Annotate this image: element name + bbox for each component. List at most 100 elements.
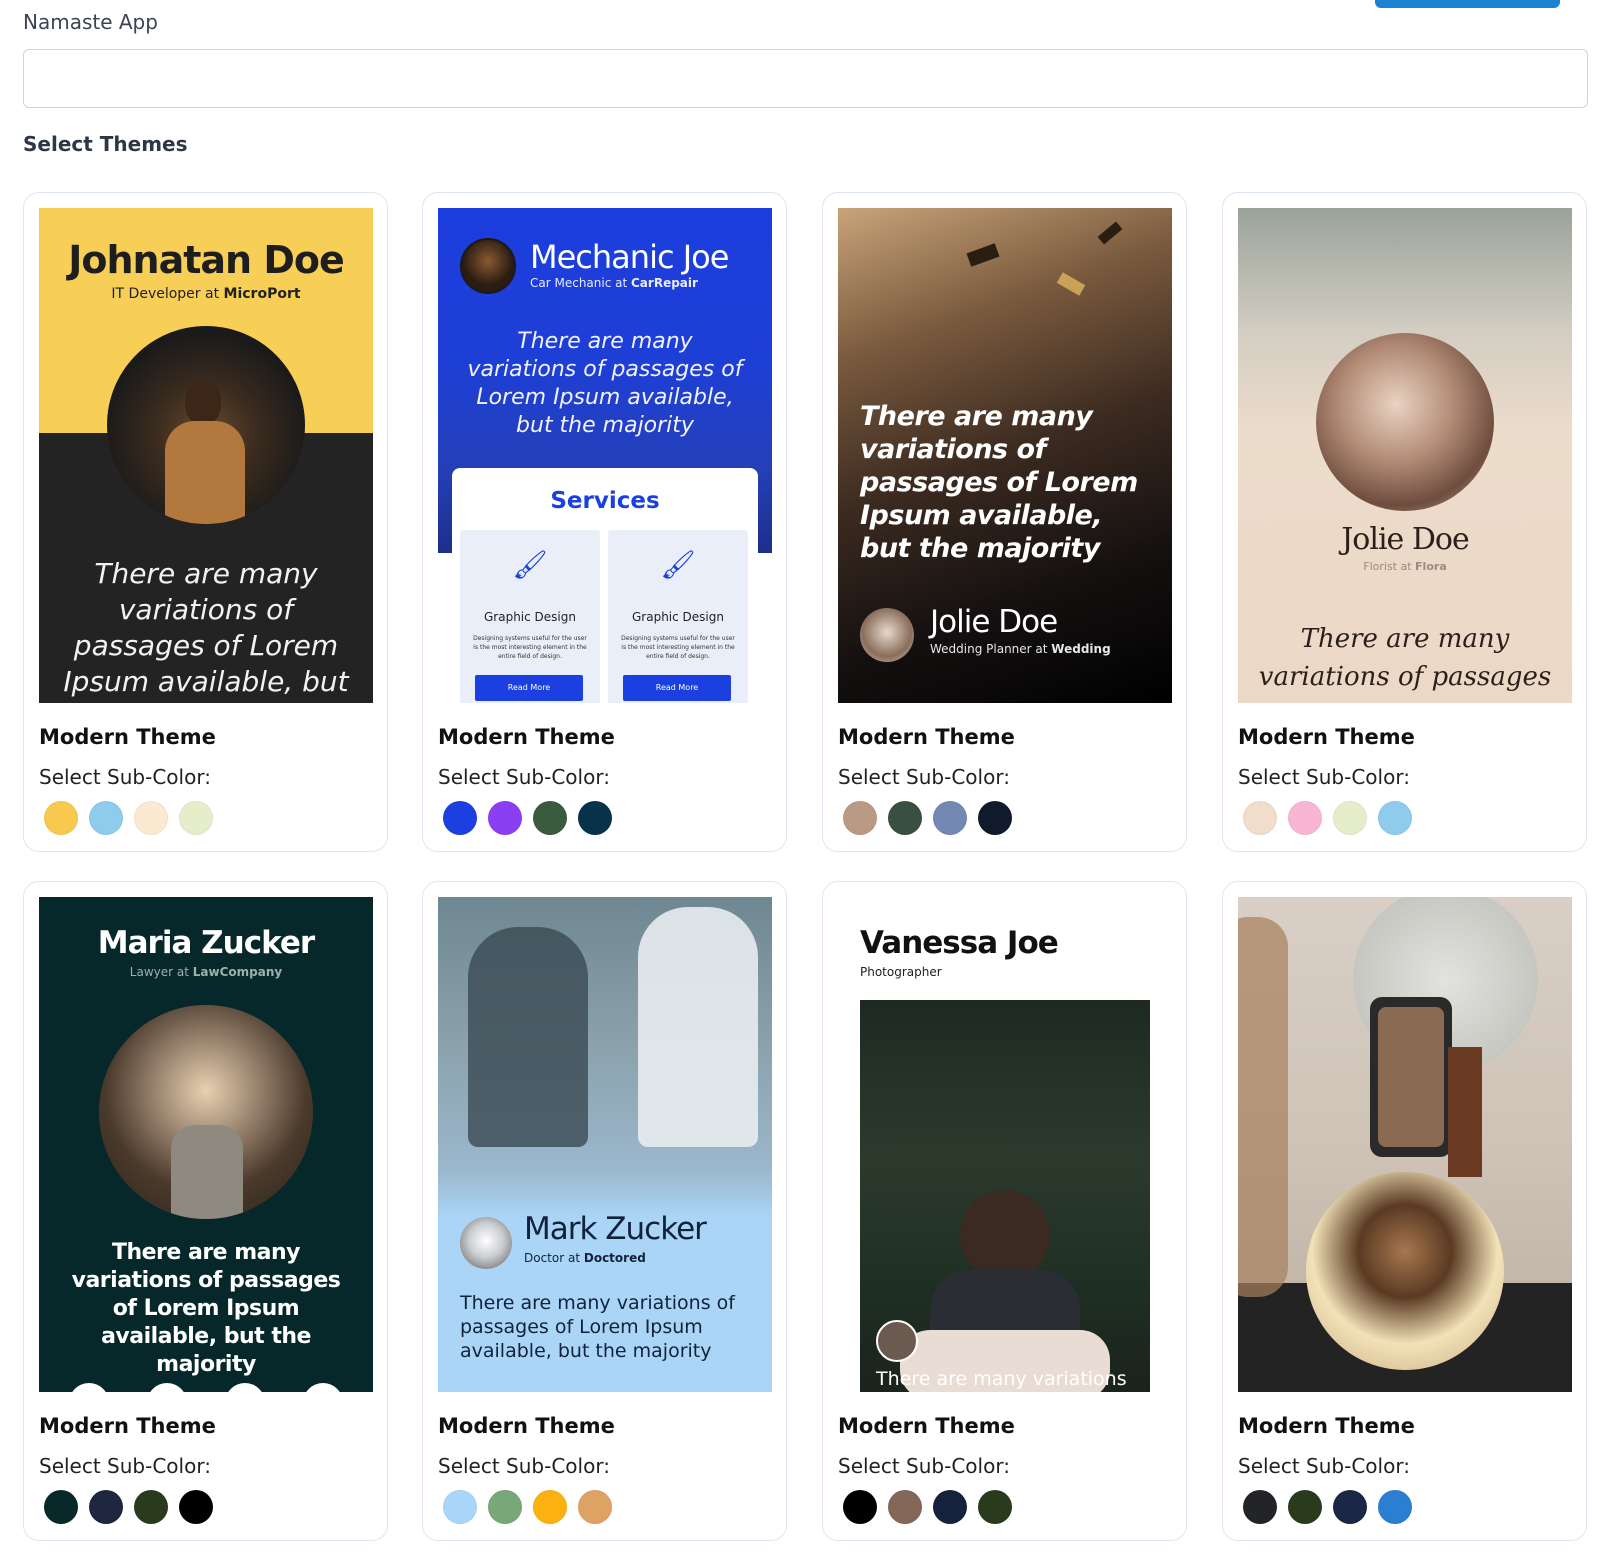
sub-color-swatch[interactable] [488, 1490, 522, 1524]
sub-color-swatch[interactable] [1333, 801, 1367, 835]
read-more-button[interactable]: Read More [623, 675, 731, 701]
sub-color-swatch[interactable] [1333, 1490, 1367, 1524]
preview-name: Johnatan Doe [68, 238, 345, 282]
sub-color-swatch[interactable] [89, 801, 123, 835]
sub-color-swatch[interactable] [933, 1490, 967, 1524]
preview-role: Photographer [860, 965, 942, 979]
sub-color-label: Select Sub-Color: [39, 1454, 211, 1478]
preview-name: Jolie Doe [930, 604, 1058, 640]
sub-color-swatch[interactable] [933, 801, 967, 835]
sub-color-swatch[interactable] [44, 1490, 78, 1524]
preview-role: Wedding Planner at Wedding [930, 642, 1111, 656]
service-card: 🖌 Graphic Design Designing systems usefu… [460, 530, 600, 703]
person-photo [107, 326, 305, 524]
preview-quote: There are many variations of passages of… [63, 557, 349, 703]
preview-name: Vanessa Joe [860, 925, 1059, 961]
sub-color-swatch[interactable] [533, 801, 567, 835]
theme-preview[interactable]: Johnatan Doe IT Developer at MicroPort T… [39, 208, 373, 703]
theme-card[interactable]: Johnatan Doe IT Developer at MicroPort T… [23, 192, 388, 852]
theme-preview[interactable]: Mark Zucker Doctor at Doctored There are… [438, 897, 772, 1392]
theme-card[interactable]: There are many variations of passages of… [822, 192, 1187, 852]
theme-preview[interactable]: Vanessa Joe Photographer There are many … [838, 897, 1172, 1392]
theme-preview[interactable] [1238, 897, 1572, 1392]
theme-card[interactable]: Maria Zucker Lawyer at LawCompany There … [23, 881, 388, 1541]
section-title: Select Themes [23, 132, 188, 156]
sub-color-swatch[interactable] [1288, 801, 1322, 835]
theme-preview[interactable]: Maria Zucker Lawyer at LawCompany There … [39, 897, 373, 1392]
preview-name: Mark Zucker [524, 1211, 707, 1247]
person-photo [1316, 333, 1494, 511]
theme-card[interactable]: Vanessa Joe Photographer There are many … [822, 881, 1187, 1541]
sub-color-swatch[interactable] [134, 1490, 168, 1524]
sub-color-label: Select Sub-Color: [438, 1454, 610, 1478]
preview-role: Doctor at Doctored [524, 1251, 646, 1265]
theme-card[interactable]: Mark Zucker Doctor at Doctored There are… [422, 881, 787, 1541]
theme-title: Modern Theme [39, 725, 216, 749]
sub-color-swatches [1243, 1490, 1412, 1524]
service-desc: Designing systems useful for the user is… [621, 635, 735, 660]
preview-quote: There are many variations of passages of… [460, 1292, 735, 1362]
sub-color-swatch[interactable] [843, 801, 877, 835]
services-title: Services [550, 488, 660, 514]
preview-role: Car Mechanic at CarRepair [530, 276, 698, 290]
theme-title: Modern Theme [438, 725, 615, 749]
avatar [860, 608, 914, 662]
top-action-button[interactable] [1375, 0, 1560, 8]
sub-color-swatch[interactable] [888, 1490, 922, 1524]
sub-color-swatch[interactable] [978, 801, 1012, 835]
sub-color-swatches [843, 1490, 1012, 1524]
sub-color-swatch[interactable] [1378, 1490, 1412, 1524]
theme-title: Modern Theme [438, 1414, 615, 1438]
sub-color-swatch[interactable] [1243, 1490, 1277, 1524]
preview-quote: There are many variations of passages of… [860, 401, 1138, 564]
sub-color-swatch[interactable] [533, 1490, 567, 1524]
preview-role: IT Developer at MicroPort [111, 286, 301, 302]
services-panel: Services 🖌 Graphic Design Designing syst… [452, 468, 758, 703]
sub-color-swatch[interactable] [843, 1490, 877, 1524]
theme-title: Modern Theme [838, 725, 1015, 749]
sub-color-swatch[interactable] [578, 801, 612, 835]
sub-color-label: Select Sub-Color: [39, 765, 211, 789]
app-name-input[interactable] [23, 49, 1588, 108]
sub-color-swatch[interactable] [1378, 801, 1412, 835]
theme-preview[interactable]: There are many variations of passages of… [838, 208, 1172, 703]
person-photo [1306, 1172, 1504, 1370]
sub-color-swatch[interactable] [134, 801, 168, 835]
read-more-button[interactable]: Read More [475, 675, 583, 701]
sub-color-swatch[interactable] [89, 1490, 123, 1524]
preview-role: Florist at Flora [1363, 560, 1447, 573]
app-name-label: Namaste App [23, 10, 158, 34]
sub-color-label: Select Sub-Color: [1238, 765, 1410, 789]
theme-preview[interactable]: Jolie Doe Florist at Flora There are man… [1238, 208, 1572, 703]
theme-card[interactable]: Jolie Doe Florist at Flora There are man… [1222, 192, 1587, 852]
preview-name: Maria Zucker [97, 925, 315, 961]
sub-color-swatches [843, 801, 1012, 835]
sub-color-swatch[interactable] [179, 1490, 213, 1524]
preview-name: Mechanic Joe [530, 238, 729, 276]
sub-color-swatch[interactable] [44, 801, 78, 835]
sub-color-swatch[interactable] [488, 801, 522, 835]
sub-color-swatch[interactable] [443, 801, 477, 835]
sub-color-label: Select Sub-Color: [438, 765, 610, 789]
theme-title: Modern Theme [1238, 725, 1415, 749]
avatar [460, 238, 516, 294]
sub-color-swatches [44, 1490, 213, 1524]
sub-color-swatch[interactable] [1288, 1490, 1322, 1524]
theme-preview[interactable]: Mechanic Joe Car Mechanic at CarRepair T… [438, 208, 772, 703]
sub-color-swatch[interactable] [578, 1490, 612, 1524]
sub-color-swatches [44, 801, 213, 835]
person-photo [99, 1005, 313, 1219]
service-desc: Designing systems useful for the user is… [473, 635, 587, 660]
sub-color-swatch[interactable] [179, 801, 213, 835]
preview-role: Lawyer at LawCompany [129, 965, 283, 979]
sub-color-swatch[interactable] [443, 1490, 477, 1524]
theme-title: Modern Theme [838, 1414, 1015, 1438]
theme-card[interactable]: Modern Theme Select Sub-Color: [1222, 881, 1587, 1541]
sub-color-swatches [1243, 801, 1412, 835]
sub-color-swatch[interactable] [1243, 801, 1277, 835]
theme-title: Modern Theme [1238, 1414, 1415, 1438]
sub-color-swatch[interactable] [978, 1490, 1012, 1524]
preview-quote: There are many variations [876, 1368, 1127, 1390]
sub-color-swatch[interactable] [888, 801, 922, 835]
theme-card[interactable]: Mechanic Joe Car Mechanic at CarRepair T… [422, 192, 787, 852]
